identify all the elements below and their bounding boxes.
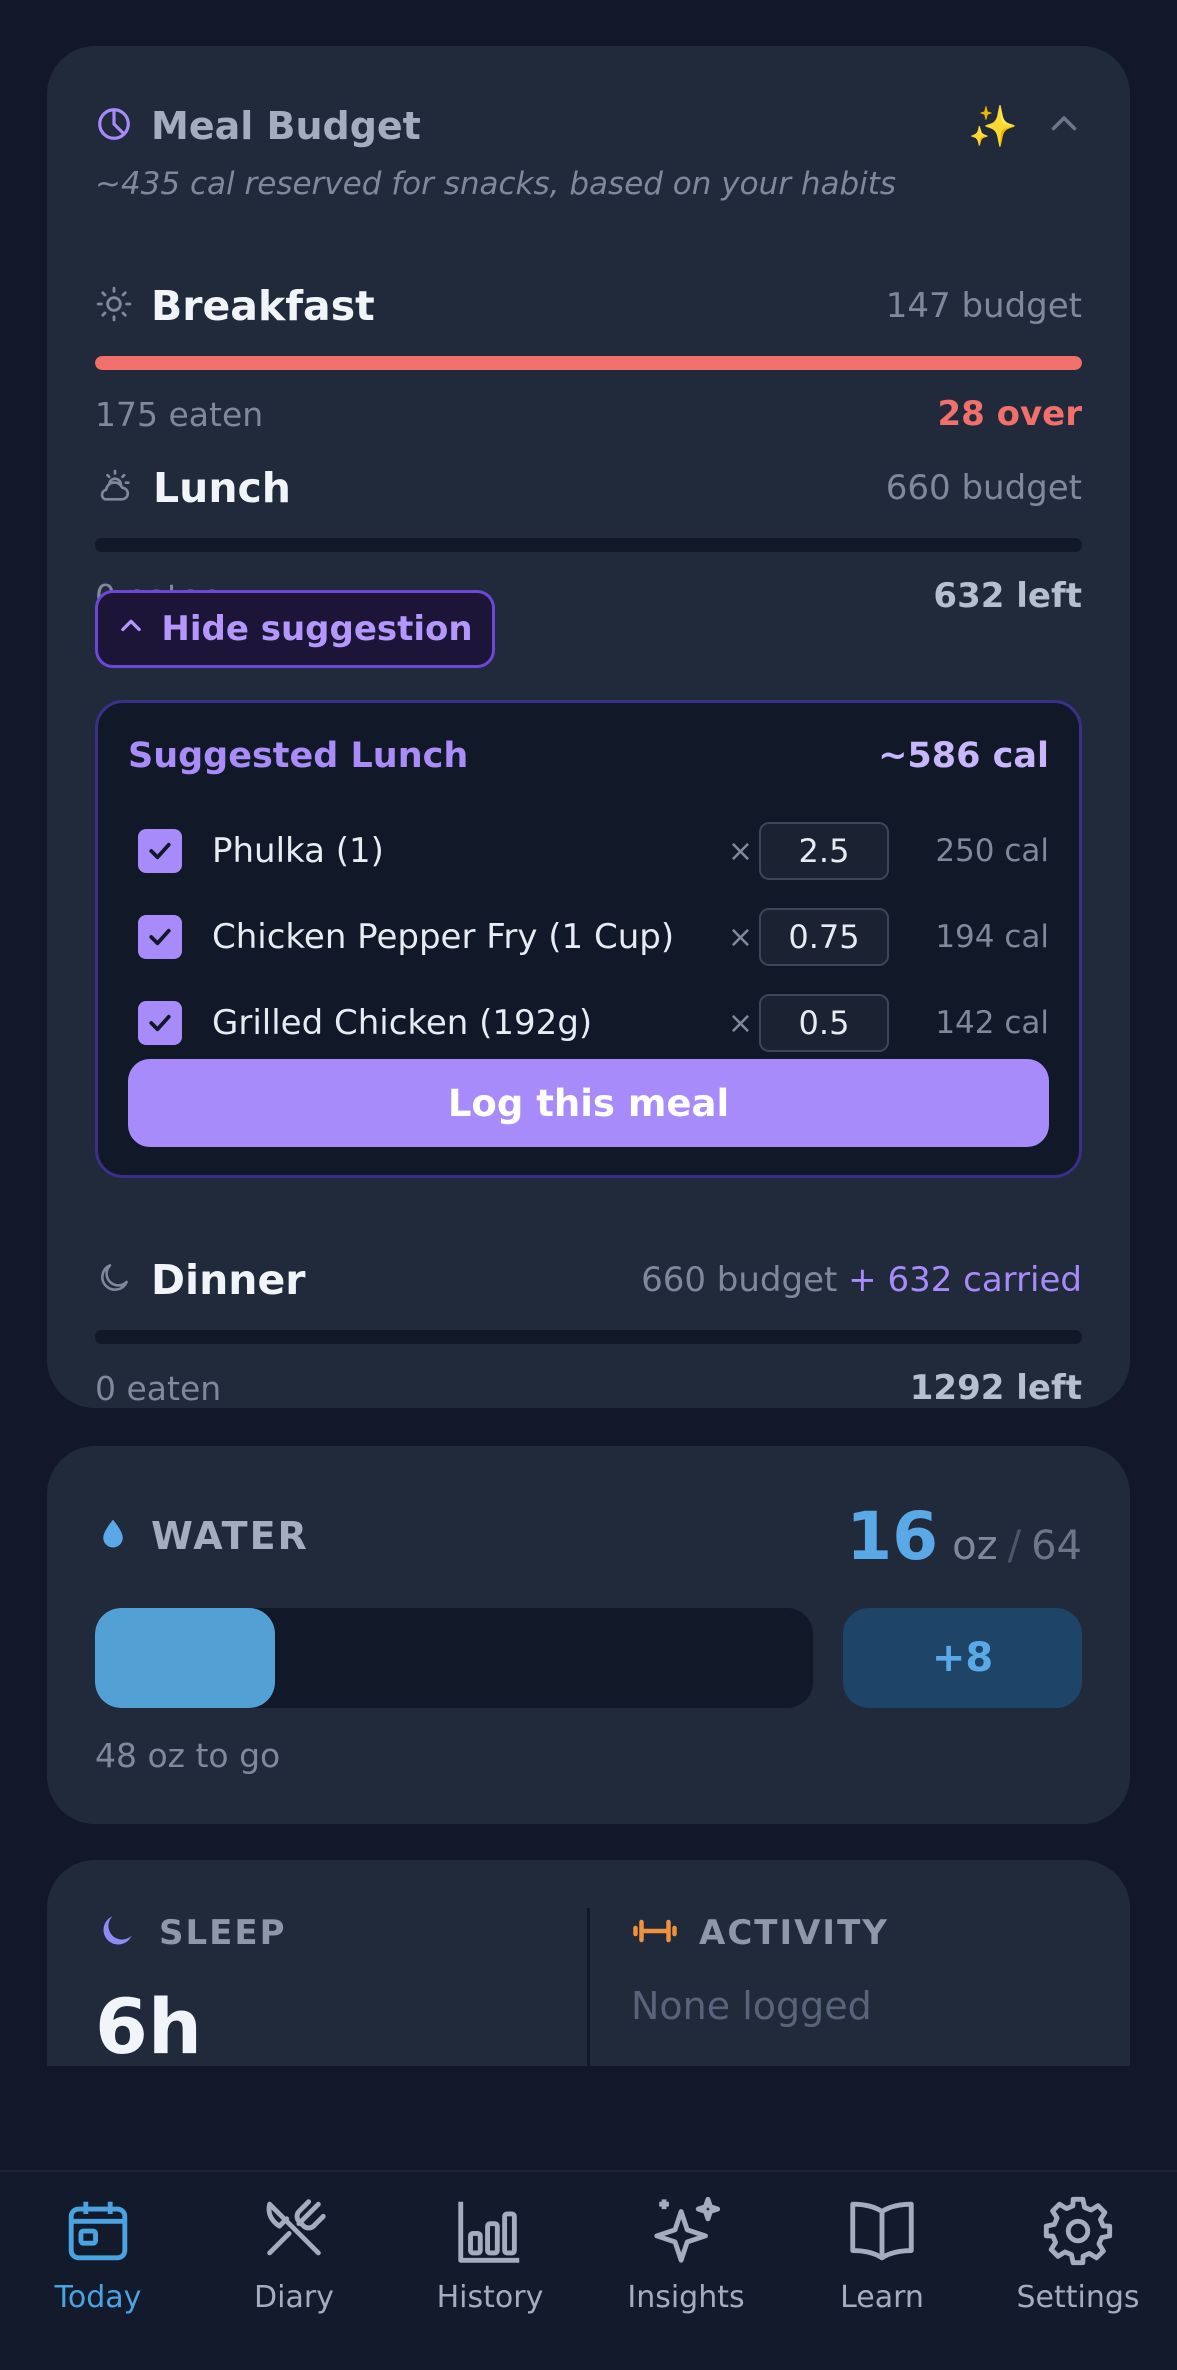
hide-suggestion-label: Hide suggestion xyxy=(161,609,473,649)
meal-budget-header: Meal Budget ✨ xyxy=(95,96,1082,156)
water-separator: / xyxy=(1007,1522,1022,1569)
gear-icon xyxy=(1043,2196,1113,2266)
chevron-up-icon[interactable] xyxy=(1046,106,1082,146)
meal-eaten: 175 eaten xyxy=(95,394,264,434)
dinner-progress-bar xyxy=(95,1330,1082,1344)
tab-label: Today xyxy=(54,2280,142,2315)
water-consumed: 16 xyxy=(846,1497,939,1575)
suggestion-total-cal: ~586 cal xyxy=(878,736,1049,776)
water-title: WATER xyxy=(151,1514,309,1558)
suggestion-item: Grilled Chicken (192g) × 0.5 142 cal xyxy=(138,993,1049,1053)
fork-knife-icon xyxy=(266,2199,326,2256)
check-icon xyxy=(149,928,171,946)
item-calories: 194 cal xyxy=(935,919,1049,955)
water-progress-bar xyxy=(95,1608,813,1708)
item-quantity-input[interactable]: 0.75 xyxy=(759,908,889,966)
tab-insights[interactable]: Insights xyxy=(588,2192,784,2342)
tab-label: History xyxy=(436,2280,544,2315)
check-icon xyxy=(149,1014,171,1032)
dumbbell-icon xyxy=(631,1913,679,1953)
sleep-value: 6h xyxy=(95,1982,202,2066)
tab-today[interactable]: Today xyxy=(0,2192,196,2342)
tab-label: Insights xyxy=(627,2280,745,2315)
meal-budget-value: 660 budget + 632 carried xyxy=(641,1260,1082,1300)
meal-name: Lunch xyxy=(153,464,291,512)
meal-dinner: Dinner 660 budget + 632 carried 0 eaten … xyxy=(95,1252,1082,1410)
item-name: Phulka (1) xyxy=(212,831,384,871)
item-quantity-input[interactable]: 2.5 xyxy=(759,822,889,880)
moon-icon xyxy=(95,1259,133,1301)
suggestion-item: Phulka (1) × 2.5 250 cal xyxy=(138,821,1049,881)
tab-history[interactable]: History xyxy=(392,2192,588,2342)
breakfast-progress-fill xyxy=(95,356,1082,370)
tab-settings[interactable]: Settings xyxy=(980,2192,1176,2342)
dinner-budget: 660 budget xyxy=(641,1260,838,1300)
check-icon xyxy=(149,842,171,860)
sparkles-icon xyxy=(654,2196,721,2263)
tab-label: Settings xyxy=(1016,2280,1140,2315)
water-amount: 16 oz / 64 xyxy=(846,1498,1082,1575)
meal-status-left: 632 left xyxy=(933,576,1082,616)
hide-suggestion-button[interactable]: Hide suggestion xyxy=(95,590,495,668)
meal-name: Dinner xyxy=(151,1256,306,1304)
item-quantity-input[interactable]: 0.5 xyxy=(759,994,889,1052)
sleep-title: SLEEP xyxy=(159,1913,287,1953)
item-name: Grilled Chicken (192g) xyxy=(212,1003,593,1043)
carried-over: + 632 carried xyxy=(848,1260,1082,1300)
meal-eaten: 0 eaten xyxy=(95,1368,222,1408)
meal-budget-title: Meal Budget xyxy=(151,104,421,148)
sparkles-icon[interactable]: ✨ xyxy=(968,103,1018,150)
times-symbol: × xyxy=(727,1005,753,1041)
meal-status-left: 1292 left xyxy=(909,1368,1082,1408)
lunch-progress-bar xyxy=(95,538,1082,552)
item-checkbox[interactable] xyxy=(138,829,182,873)
tab-diary[interactable]: Diary xyxy=(196,2192,392,2342)
breakfast-progress-bar xyxy=(95,356,1082,370)
tab-label: Learn xyxy=(840,2280,924,2315)
bottom-tab-bar: Today Diary History Insights Learn Setti… xyxy=(0,2170,1177,2370)
water-drop-icon xyxy=(95,1514,131,1558)
meal-budget-card: Meal Budget ✨ ~435 cal reserved for snac… xyxy=(47,46,1130,1408)
suggestion-title: Suggested Lunch xyxy=(128,736,469,776)
activity-section[interactable]: ACTIVITY None logged xyxy=(631,1908,889,2028)
tab-label: Diary xyxy=(254,2280,334,2315)
meal-status-over: 28 over xyxy=(937,394,1083,434)
moon-icon xyxy=(95,1909,139,1957)
suggested-lunch-panel: Suggested Lunch ~586 cal Phulka (1) × 2.… xyxy=(95,700,1082,1178)
sleep-section[interactable]: SLEEP 6h xyxy=(95,1908,287,2066)
sleep-activity-card: SLEEP 6h ACTIVITY None logged xyxy=(47,1860,1130,2066)
calendar-icon xyxy=(68,2201,128,2261)
meal-breakfast: Breakfast 147 budget 175 eaten 28 over xyxy=(95,278,1082,436)
log-this-meal-button[interactable]: Log this meal xyxy=(128,1059,1049,1147)
chevron-up-icon xyxy=(117,609,145,649)
suggestion-item: Chicken Pepper Fry (1 Cup) × 0.75 194 ca… xyxy=(138,907,1049,967)
snack-reserve-note: ~435 cal reserved for snacks, based on y… xyxy=(95,166,897,202)
book-icon xyxy=(850,2201,914,2261)
meal-budget-value: 660 budget xyxy=(885,468,1082,508)
water-progress-fill xyxy=(95,1608,275,1708)
meal-name: Breakfast xyxy=(151,282,375,330)
partly-cloudy-icon xyxy=(95,466,135,510)
item-checkbox[interactable] xyxy=(138,915,182,959)
bar-chart-icon xyxy=(458,2201,520,2263)
item-checkbox[interactable] xyxy=(138,1001,182,1045)
sun-icon xyxy=(95,285,133,327)
add-water-button[interactable]: +8 xyxy=(843,1608,1082,1708)
times-symbol: × xyxy=(727,919,753,955)
activity-title: ACTIVITY xyxy=(699,1913,889,1953)
item-calories: 250 cal xyxy=(935,833,1049,869)
water-goal: 64 xyxy=(1031,1522,1082,1569)
water-card: WATER 16 oz / 64 +8 48 oz to go xyxy=(47,1446,1130,1824)
pie-chart-icon xyxy=(95,105,133,147)
activity-value: None logged xyxy=(631,1984,872,2028)
tab-learn[interactable]: Learn xyxy=(784,2192,980,2342)
water-unit: oz xyxy=(952,1522,998,1569)
water-remaining: 48 oz to go xyxy=(95,1736,281,1775)
item-calories: 142 cal xyxy=(935,1005,1049,1041)
meal-budget-value: 147 budget xyxy=(885,286,1082,326)
item-name: Chicken Pepper Fry (1 Cup) xyxy=(212,917,675,957)
section-divider xyxy=(587,1908,590,2066)
times-symbol: × xyxy=(727,833,753,869)
